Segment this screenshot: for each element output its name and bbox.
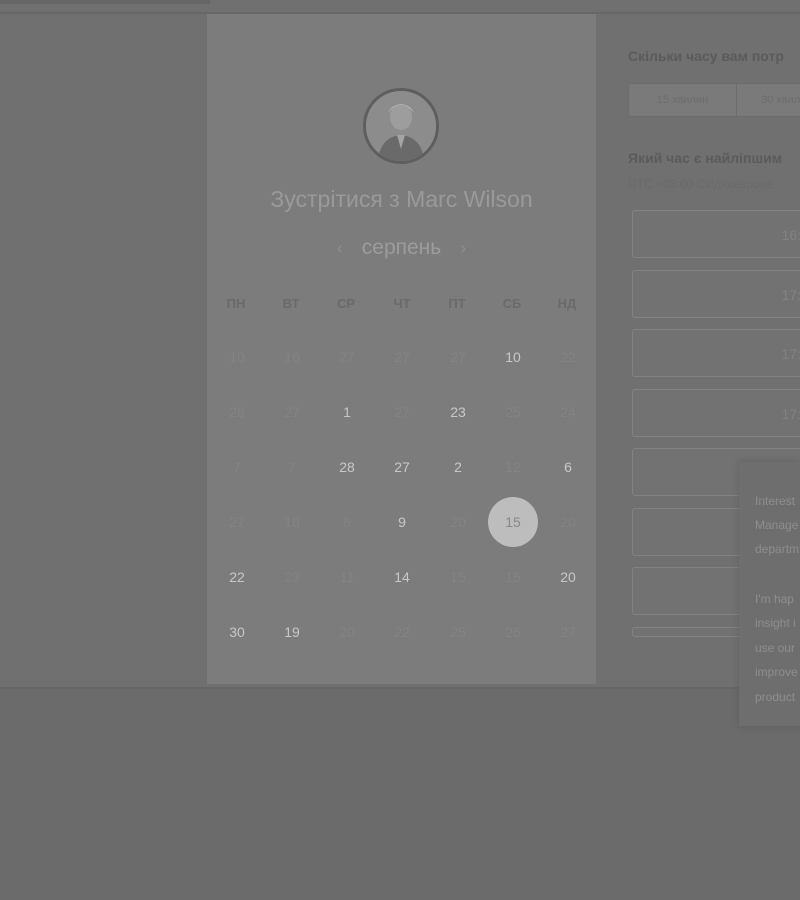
calendar-day[interactable]: 20	[543, 552, 593, 602]
timeslot-label: 17:00	[781, 287, 800, 303]
calendar-day[interactable]: 19	[267, 607, 317, 657]
calendar-panel: Зустрітися з Marc Wilson ‹ серпень › ПН …	[207, 14, 596, 684]
calendar-day[interactable]: 6	[543, 442, 593, 492]
chevron-right-icon[interactable]: ›	[453, 238, 473, 259]
calendar-day: 12	[505, 459, 521, 475]
footer-divider	[0, 687, 800, 689]
duration-selector: 15 хвилин 30 хвил	[628, 83, 800, 117]
chevron-left-icon[interactable]: ‹	[330, 238, 350, 259]
popup-text-line: use our	[755, 641, 796, 655]
weekday-header: ПН ВТ СР ЧТ ПТ СБ НД	[207, 296, 596, 316]
popup-text-line: Manage	[755, 518, 799, 532]
timeslot-button[interactable]: 16:45	[632, 210, 800, 258]
calendar-day: 22	[560, 349, 576, 365]
popup-text-line: Interest	[755, 494, 796, 508]
duration-option-30[interactable]: 30 хвил	[737, 84, 800, 116]
calendar-day[interactable]: 23	[433, 387, 483, 437]
popup-text-line: improve	[755, 665, 798, 679]
meeting-title: Зустрітися з Marc Wilson	[270, 186, 533, 212]
calendar-day[interactable]: 30	[212, 607, 262, 657]
calendar-day: 25	[450, 624, 466, 640]
calendar-day[interactable]: 1	[322, 387, 372, 437]
calendar-day: 18	[284, 514, 300, 530]
calendar-day: 24	[560, 404, 576, 420]
calendar-day[interactable]: 22	[212, 552, 262, 602]
popup-text-line: insight i	[755, 616, 796, 630]
calendar-day: 27	[339, 349, 355, 365]
avatar	[363, 88, 439, 164]
calendar-day: 27	[284, 404, 300, 420]
calendar-day: 20	[560, 514, 576, 530]
duration-option-15[interactable]: 15 хвилин	[629, 84, 736, 116]
popup-text-line: departm	[755, 542, 800, 556]
top-divider	[0, 0, 210, 4]
weekday-label: ВТ	[282, 296, 300, 311]
calendar-day: 10	[229, 349, 245, 365]
calendar-day[interactable]: 28	[322, 442, 372, 492]
calendar-day: 15	[505, 569, 521, 585]
calendar-day[interactable]: 2	[433, 442, 483, 492]
calendar-day[interactable]: 27	[377, 442, 427, 492]
calendar-day: 25	[505, 404, 521, 420]
calendar-day: 23	[284, 569, 300, 585]
timeslot-button[interactable]: 17:00	[632, 270, 800, 318]
timeslot-button[interactable]: 17:15	[632, 329, 800, 377]
calendar-day: 7	[233, 459, 241, 475]
calendar-day: 22	[394, 624, 410, 640]
weekday-label: ЧТ	[393, 296, 411, 311]
duration-question: Скільки часу вам потр	[628, 48, 784, 64]
avatar-portrait-icon	[366, 91, 436, 161]
calendar-day: 27	[229, 514, 245, 530]
timeslot-label: 17:30	[781, 406, 800, 422]
time-question: Який час є найліпшим	[628, 150, 783, 166]
calendar-day[interactable]: 10	[488, 332, 538, 382]
calendar-day: 27	[560, 624, 576, 640]
month-label: серпень	[361, 236, 442, 259]
calendar-day: 27	[450, 349, 466, 365]
calendar-day[interactable]: 14	[377, 552, 427, 602]
calendar-day-selected[interactable]: 15	[488, 497, 538, 547]
calendar-day: 11	[339, 569, 355, 585]
weekday-label: ПТ	[448, 296, 466, 311]
month-navigation: ‹ серпень ›	[207, 234, 596, 262]
calendar-day: 27	[394, 404, 410, 420]
calendar-day[interactable]: 9	[377, 497, 427, 547]
chat-popup: Interest Manage departm I'm hap insight i use…	[739, 462, 800, 726]
weekday-label: СБ	[502, 296, 522, 311]
calendar-day: 20	[450, 514, 466, 530]
calendar-day: 27	[394, 349, 410, 365]
calendar-day: 26	[505, 624, 521, 640]
timeslot-label: 17:15	[781, 346, 800, 362]
weekday-label: НД	[557, 296, 577, 311]
timezone-label[interactable]: UTC +03:00 Східноєвропе	[628, 177, 773, 191]
popup-text-line: I'm hap	[755, 592, 794, 606]
calendar-day: 20	[339, 624, 355, 640]
calendar-day: 15	[450, 569, 466, 585]
weekday-label: СР	[336, 296, 356, 311]
timeslot-label: 16:45	[781, 227, 800, 243]
calendar-day: 8	[343, 514, 351, 530]
weekday-label: ПН	[226, 296, 246, 311]
calendar-day: 16	[284, 349, 300, 365]
calendar-day: 7	[288, 459, 296, 475]
timeslot-button[interactable]: 17:30	[632, 389, 800, 437]
calendar-day: 28	[229, 404, 245, 420]
popup-text-line: product	[755, 690, 796, 704]
